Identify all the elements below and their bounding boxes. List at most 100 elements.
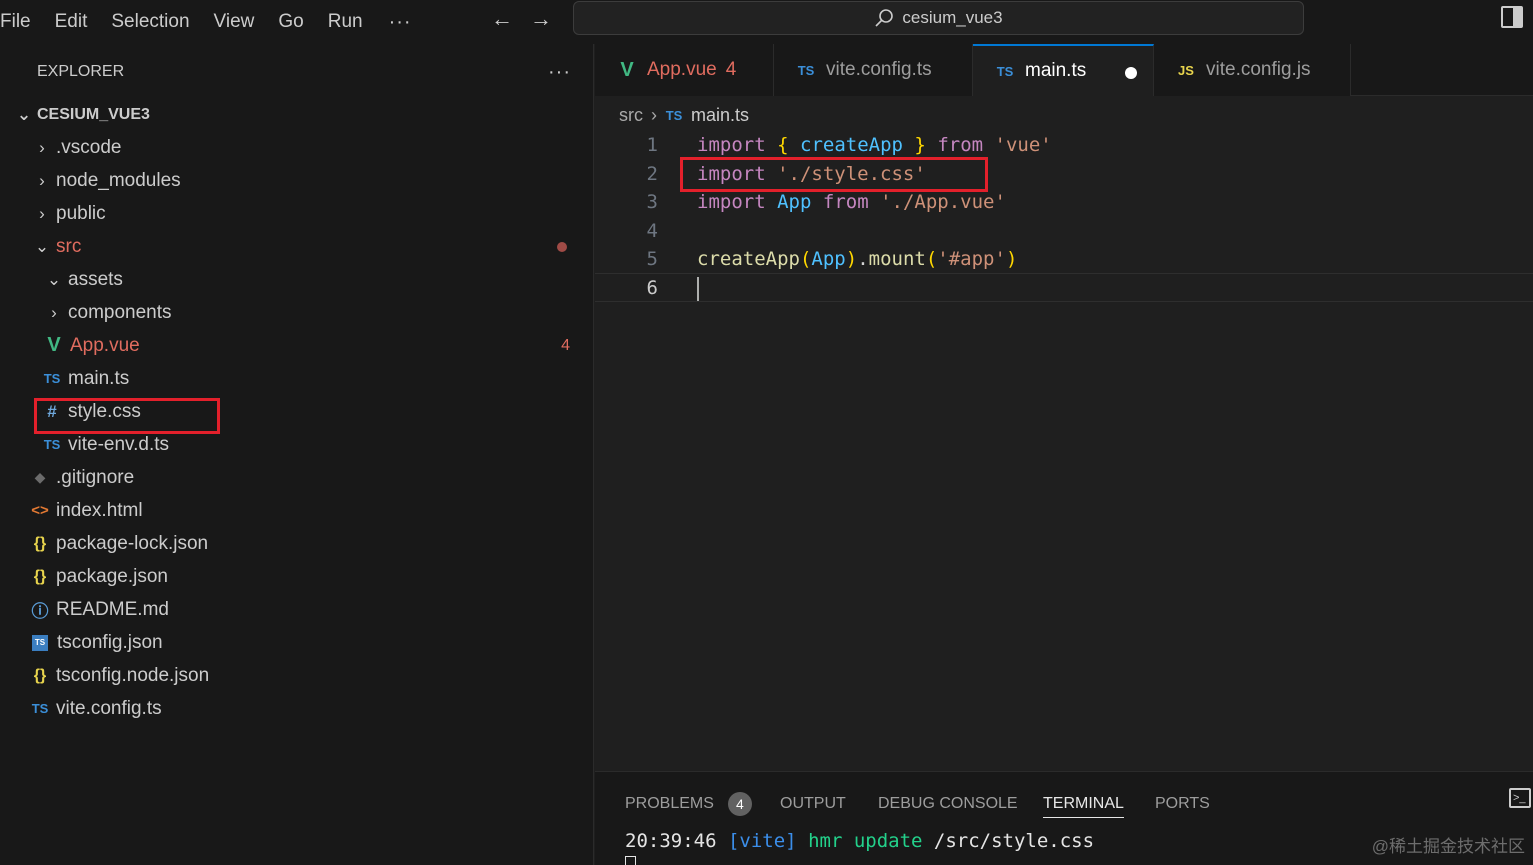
tab-label: vite.config.js <box>1206 59 1311 80</box>
back-arrow-icon[interactable]: ← <box>491 6 513 32</box>
tree-item-label: tsconfig.node.json <box>56 664 210 686</box>
breadcrumb-file[interactable]: main.ts <box>691 105 749 126</box>
tree-item-app-vue[interactable]: V App.vue 4 <box>8 329 594 362</box>
tab-vite-config-ts[interactable]: TS vite.config.ts <box>774 44 973 96</box>
code-line[interactable]: 1 import { createApp } from 'vue' <box>595 130 1533 159</box>
terminal-icon[interactable]: >_ <box>1509 788 1531 808</box>
breadcrumb: src › TS main.ts <box>619 102 749 128</box>
tree-item-label: App.vue <box>70 334 140 356</box>
tree-item-package-json[interactable]: {} package.json <box>8 560 594 593</box>
tab-vite-config-js[interactable]: JS vite.config.js <box>1154 44 1351 96</box>
toggle-panel-icon[interactable] <box>1501 6 1523 28</box>
tree-item-src[interactable]: ⌄ src <box>8 230 594 263</box>
tree-item-readme[interactable]: ⓘ README.md <box>8 593 594 626</box>
tree-item-label: components <box>68 301 172 323</box>
tree-item-label: package.json <box>56 565 168 587</box>
activity-bar <box>0 44 8 865</box>
tree-root-label: CESIUM_VUE3 <box>37 105 150 123</box>
breadcrumb-folder[interactable]: src <box>619 105 643 126</box>
tab-ports[interactable]: PORTS <box>1155 790 1210 818</box>
tree-item-package-lock[interactable]: {} package-lock.json <box>8 527 594 560</box>
typescript-file-icon: TS <box>43 371 61 386</box>
problem-count-badge: 4 <box>725 59 737 80</box>
menu-edit[interactable]: Edit <box>43 4 100 40</box>
tree-item-label: .vscode <box>56 136 122 158</box>
editor-tabs: V App.vue 4 TS vite.config.ts TS main.ts… <box>595 44 1533 96</box>
bottom-panel: PROBLEMS 4 OUTPUT DEBUG CONSOLE TERMINAL… <box>595 771 1533 865</box>
tree-item-label: tsconfig.json <box>57 631 163 653</box>
tab-label: main.ts <box>1025 60 1087 81</box>
tree-item-node-modules[interactable]: › node_modules <box>8 164 594 197</box>
menu-go[interactable]: Go <box>266 4 315 40</box>
menu-file[interactable]: File <box>0 4 43 40</box>
json-file-icon: {} <box>33 534 47 552</box>
unsaved-dot-icon[interactable] <box>1125 67 1137 79</box>
javascript-file-icon: JS <box>1178 62 1194 78</box>
command-center[interactable]: cesium_vue3 <box>573 1 1304 35</box>
menu-more-icon[interactable]: ··· <box>375 11 426 34</box>
json-file-icon: {} <box>33 666 47 684</box>
explorer-sidebar: EXPLORER ··· ⌄ CESIUM_VUE3 › .vscode › n… <box>8 44 594 865</box>
modified-dot-icon <box>557 241 567 252</box>
code-text: import App from './App.vue' <box>697 190 1006 213</box>
line-number: 1 <box>646 133 658 156</box>
tree-item-tsconfig-node[interactable]: {} tsconfig.node.json <box>8 659 594 692</box>
code-text: import { createApp } from 'vue' <box>697 133 1052 156</box>
tree-item-assets[interactable]: ⌄ assets <box>8 263 594 296</box>
tree-item-tsconfig[interactable]: TS tsconfig.json <box>8 626 594 659</box>
tab-app-vue[interactable]: V App.vue 4 <box>595 44 774 96</box>
tree-item-vite-config-ts[interactable]: TS vite.config.ts <box>8 692 594 725</box>
menu-selection[interactable]: Selection <box>99 4 201 40</box>
code-line[interactable]: 4 <box>595 216 1533 245</box>
typescript-file-icon: TS <box>797 62 815 78</box>
json-file-icon: {} <box>33 567 47 585</box>
line-number: 6 <box>646 276 658 299</box>
info-file-icon: ⓘ <box>31 602 49 621</box>
tree-item-gitignore[interactable]: ◆ .gitignore <box>8 461 594 494</box>
tree-item-label: package-lock.json <box>56 532 209 554</box>
forward-arrow-icon[interactable]: → <box>530 6 552 32</box>
terminal-cursor <box>625 856 636 865</box>
tsconfig-file-icon: TS <box>32 634 48 651</box>
html-file-icon: <> <box>31 502 49 519</box>
chevron-right-icon: › <box>651 104 657 125</box>
tab-main-ts[interactable]: TS main.ts <box>973 44 1154 96</box>
highlight-box-style-import <box>680 157 988 192</box>
menu-bar: File Edit Selection View Go Run ··· <box>0 0 426 44</box>
highlight-box-style-css <box>34 398 220 434</box>
command-center-title: cesium_vue3 <box>902 8 1003 27</box>
code-line-current[interactable]: 6 <box>595 273 1533 302</box>
explorer-title: EXPLORER <box>37 63 125 80</box>
tab-debug-console[interactable]: DEBUG CONSOLE <box>878 790 1018 818</box>
git-file-icon: ◆ <box>34 469 46 485</box>
chevron-down-icon: ⌄ <box>34 236 50 256</box>
tree-item-main-ts[interactable]: TS main.ts <box>8 362 594 395</box>
tree-item-label: vite.config.ts <box>56 697 162 719</box>
tree-root[interactable]: ⌄ CESIUM_VUE3 <box>8 98 594 131</box>
menu-view[interactable]: View <box>202 4 267 40</box>
tab-output[interactable]: OUTPUT <box>780 790 846 818</box>
tree-item-index-html[interactable]: <> index.html <box>8 494 594 527</box>
tree-item-label: .gitignore <box>56 466 135 488</box>
tree-item-label: src <box>56 235 82 257</box>
line-number: 4 <box>646 219 658 242</box>
tab-label: vite.config.ts <box>826 59 932 80</box>
code-line[interactable]: 5 createApp(App).mount('#app') <box>595 244 1533 273</box>
watermark: @稀土掘金技术社区 <box>1371 837 1525 856</box>
typescript-file-icon: TS <box>43 437 61 452</box>
code-text: createApp(App).mount('#app') <box>697 247 1018 270</box>
tree-item-components[interactable]: › components <box>8 296 594 329</box>
line-number: 5 <box>646 247 658 270</box>
tab-terminal[interactable]: TERMINAL <box>1043 790 1124 818</box>
chevron-right-icon: › <box>51 302 57 322</box>
tree-item-label: vite-env.d.ts <box>68 433 170 455</box>
explorer-more-icon[interactable]: ··· <box>548 61 571 84</box>
menu-run[interactable]: Run <box>316 4 375 40</box>
tree-item-vscode[interactable]: › .vscode <box>8 131 594 164</box>
tab-label: PROBLEMS <box>625 795 714 812</box>
tree-item-label: public <box>56 202 106 224</box>
tab-problems[interactable]: PROBLEMS 4 <box>625 790 752 818</box>
tree-item-public[interactable]: › public <box>8 197 594 230</box>
tab-label: App.vue <box>647 59 717 80</box>
chevron-down-icon: ⌄ <box>16 104 32 124</box>
